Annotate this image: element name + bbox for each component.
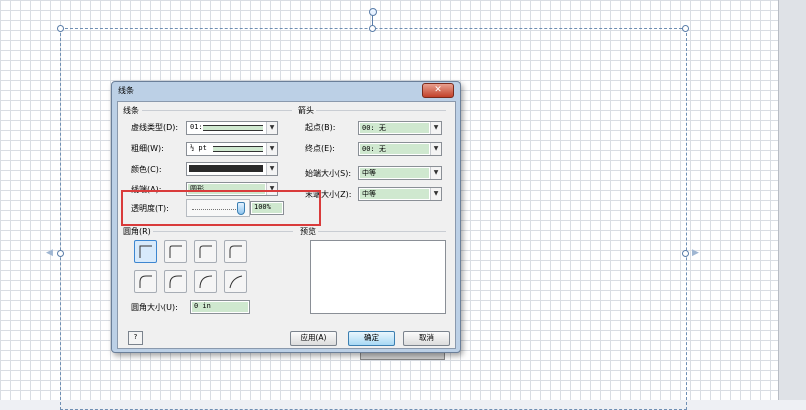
rounding-size-input[interactable]: 0 in — [190, 300, 250, 314]
rounding-section-title: 圆角(R) — [123, 227, 151, 236]
line-sample — [203, 125, 263, 131]
begin-arrow-select[interactable]: 00: 无 ▼ — [358, 121, 442, 135]
annotation-highlight-box — [121, 190, 321, 226]
begin-size-select[interactable]: 中等 ▼ — [358, 166, 442, 180]
left-arrow-icon: ◀ — [46, 248, 53, 258]
apply-button[interactable]: 应用(A) — [290, 331, 337, 346]
corner-shape-icon — [139, 275, 152, 288]
end-size-value: 中等 — [362, 190, 376, 198]
end-value: 00: 无 — [362, 145, 386, 153]
corner-shape-icon — [169, 275, 182, 288]
resize-handle-top[interactable] — [369, 25, 376, 32]
weight-value: ½ pt — [190, 144, 207, 152]
resize-handle-right[interactable] — [682, 250, 689, 257]
begin-label: 起点(B): — [305, 123, 336, 132]
end-arrow-select[interactable]: 00: 无 ▼ — [358, 142, 442, 156]
divider — [142, 110, 292, 111]
resize-handle-left[interactable] — [57, 250, 64, 257]
color-swatch — [189, 165, 263, 172]
ok-button[interactable]: 确定 — [348, 331, 395, 346]
divider — [318, 231, 446, 232]
corner-option-2[interactable] — [194, 240, 217, 263]
divider — [153, 231, 293, 232]
corner-shape-icon — [169, 245, 182, 258]
right-arrow-icon: ▶ — [692, 248, 699, 258]
chevron-down-icon: ▼ — [430, 167, 441, 179]
close-button[interactable]: ✕ — [422, 83, 454, 98]
corner-shape-icon — [139, 245, 152, 258]
corner-shape-icon — [229, 245, 242, 258]
preview-section-title: 预览 — [300, 227, 316, 236]
rounding-size-label: 圆角大小(U): — [131, 303, 178, 312]
dialog-title: 线条 — [118, 86, 134, 95]
corner-option-3[interactable] — [224, 240, 247, 263]
begin-value: 00: 无 — [362, 124, 386, 132]
weight-select[interactable]: ½ pt ▼ — [186, 142, 278, 156]
begin-size-label: 始端大小(S): — [305, 169, 352, 178]
corner-option-4[interactable] — [134, 270, 157, 293]
chevron-down-icon: ▼ — [430, 188, 441, 200]
corner-option-6[interactable] — [194, 270, 217, 293]
begin-size-value: 中等 — [362, 169, 376, 177]
corner-option-7[interactable] — [224, 270, 247, 293]
corner-shape-icon — [199, 275, 213, 289]
chevron-down-icon: ▼ — [430, 122, 441, 134]
color-select[interactable]: ▼ — [186, 162, 278, 176]
chevron-down-icon: ▼ — [266, 122, 277, 134]
dialog-titlebar[interactable]: 线条 ✕ — [112, 82, 460, 100]
rounding-size-value: 0 in — [194, 302, 211, 310]
divider — [316, 110, 446, 111]
corner-shape-icon — [229, 275, 243, 289]
cancel-button[interactable]: 取消 — [403, 331, 450, 346]
dash-type-select[interactable]: 01: ▼ — [186, 121, 278, 135]
end-size-select[interactable]: 中等 ▼ — [358, 187, 442, 201]
end-label: 终点(E): — [305, 144, 335, 153]
corner-shape-icon — [199, 245, 212, 258]
resize-handle-top-right[interactable] — [682, 25, 689, 32]
chevron-down-icon: ▼ — [430, 143, 441, 155]
dash-type-value: 01: — [190, 123, 203, 131]
color-label: 颜色(C): — [131, 165, 162, 174]
rotation-handle[interactable] — [369, 8, 377, 16]
line-sample — [213, 146, 263, 152]
dash-type-label: 虚线类型(D): — [131, 123, 179, 132]
corner-option-5[interactable] — [164, 270, 187, 293]
help-button[interactable]: ? — [128, 331, 143, 345]
line-section-title: 线条 — [123, 106, 139, 115]
vertical-scrollbar[interactable] — [778, 0, 806, 400]
corner-option-1[interactable] — [164, 240, 187, 263]
chevron-down-icon: ▼ — [266, 143, 277, 155]
corner-option-square[interactable] — [134, 240, 157, 263]
arrows-section-title: 箭头 — [298, 106, 314, 115]
weight-label: 粗细(W): — [131, 144, 164, 153]
preview-box — [310, 240, 446, 314]
chevron-down-icon: ▼ — [266, 163, 277, 175]
resize-handle-top-left[interactable] — [57, 25, 64, 32]
